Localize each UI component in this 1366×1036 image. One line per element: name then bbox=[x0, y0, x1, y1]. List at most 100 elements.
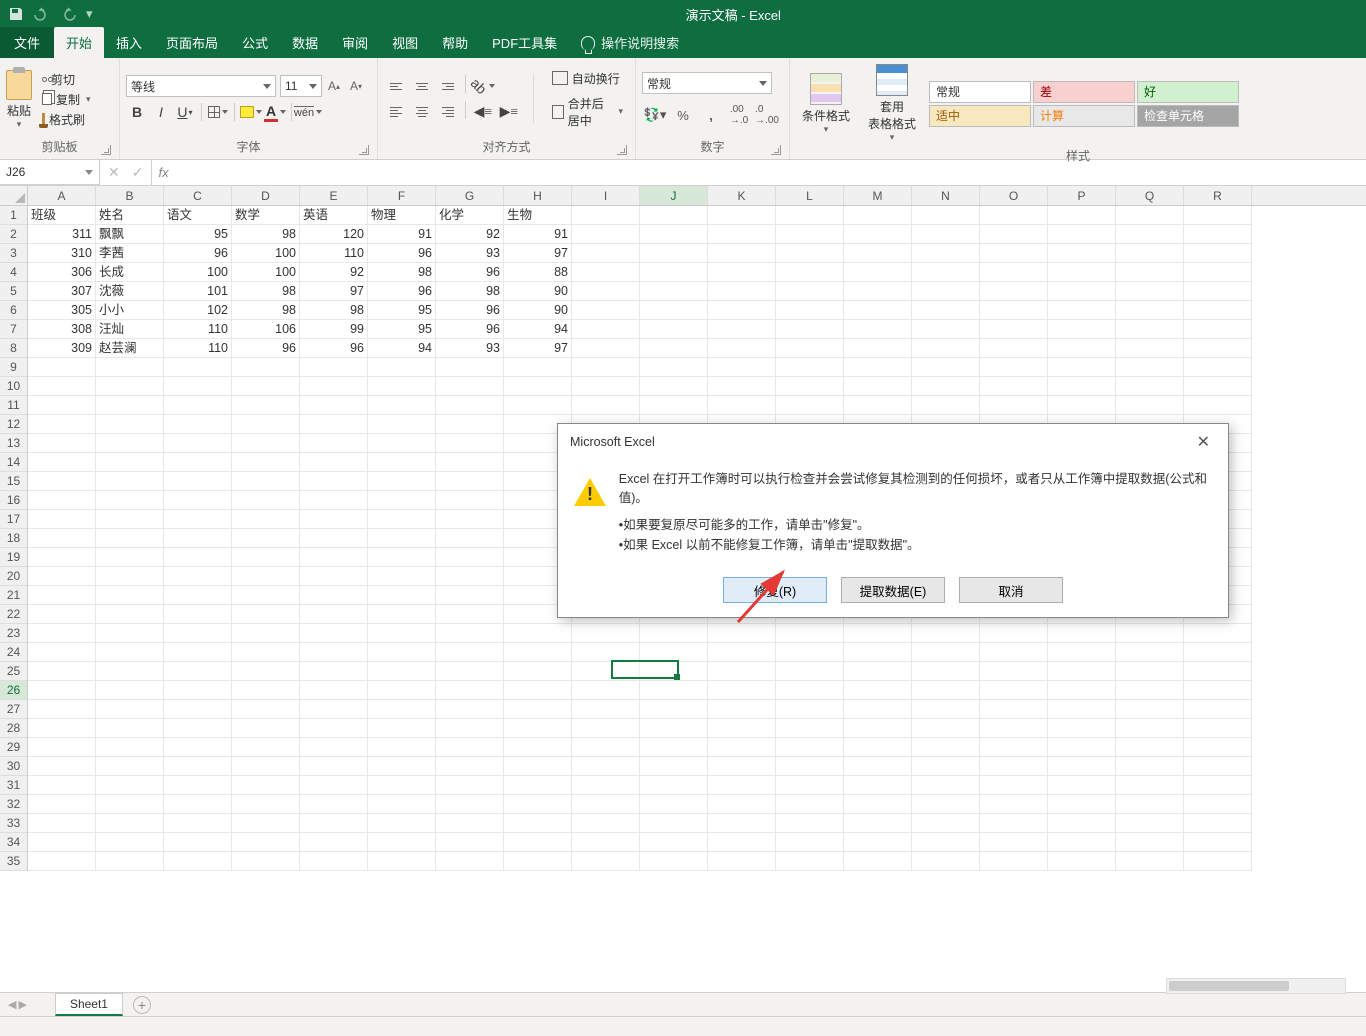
cell[interactable] bbox=[912, 263, 980, 282]
cell[interactable]: 92 bbox=[436, 225, 504, 244]
row-header-28[interactable]: 28 bbox=[0, 719, 27, 738]
cell[interactable] bbox=[776, 757, 844, 776]
cell[interactable] bbox=[1048, 206, 1116, 225]
cell[interactable]: 94 bbox=[504, 320, 572, 339]
cell[interactable] bbox=[164, 833, 232, 852]
cell[interactable] bbox=[912, 776, 980, 795]
cell[interactable]: 110 bbox=[164, 320, 232, 339]
row-header-8[interactable]: 8 bbox=[0, 339, 27, 358]
horizontal-scrollbar[interactable] bbox=[1166, 978, 1346, 994]
cell[interactable] bbox=[300, 738, 368, 757]
cell[interactable] bbox=[1116, 700, 1184, 719]
cell[interactable] bbox=[980, 320, 1048, 339]
cell[interactable] bbox=[164, 700, 232, 719]
row-header-27[interactable]: 27 bbox=[0, 700, 27, 719]
cell[interactable] bbox=[300, 453, 368, 472]
cell[interactable] bbox=[776, 244, 844, 263]
cell[interactable] bbox=[436, 605, 504, 624]
cell[interactable] bbox=[1048, 719, 1116, 738]
cell[interactable] bbox=[300, 529, 368, 548]
cell[interactable] bbox=[1116, 852, 1184, 871]
cell[interactable] bbox=[572, 757, 640, 776]
cell[interactable] bbox=[28, 852, 96, 871]
cell[interactable] bbox=[572, 244, 640, 263]
cell[interactable] bbox=[572, 320, 640, 339]
cell[interactable] bbox=[912, 624, 980, 643]
row-header-25[interactable]: 25 bbox=[0, 662, 27, 681]
cell[interactable]: 姓名 bbox=[96, 206, 164, 225]
cell[interactable] bbox=[164, 643, 232, 662]
name-box[interactable]: J26 bbox=[0, 160, 100, 185]
dialog-close-button[interactable]: ✕ bbox=[1191, 432, 1216, 452]
cell[interactable] bbox=[28, 434, 96, 453]
col-header-A[interactable]: A bbox=[28, 186, 96, 205]
cell[interactable] bbox=[1116, 301, 1184, 320]
cell[interactable]: 96 bbox=[232, 339, 300, 358]
cell[interactable]: 语文 bbox=[164, 206, 232, 225]
cell[interactable] bbox=[1184, 225, 1252, 244]
cell[interactable] bbox=[708, 700, 776, 719]
cell[interactable] bbox=[1116, 757, 1184, 776]
cell[interactable] bbox=[1048, 757, 1116, 776]
cell[interactable] bbox=[1116, 206, 1184, 225]
cell[interactable] bbox=[912, 225, 980, 244]
cell[interactable] bbox=[844, 225, 912, 244]
cell[interactable] bbox=[912, 244, 980, 263]
cell[interactable] bbox=[164, 776, 232, 795]
cell[interactable] bbox=[368, 358, 436, 377]
cell[interactable] bbox=[776, 624, 844, 643]
cell[interactable] bbox=[1116, 396, 1184, 415]
cell[interactable] bbox=[912, 700, 980, 719]
cell[interactable] bbox=[1048, 396, 1116, 415]
cell[interactable] bbox=[1048, 282, 1116, 301]
cell[interactable]: 班级 bbox=[28, 206, 96, 225]
cell[interactable]: 91 bbox=[504, 225, 572, 244]
cell[interactable] bbox=[368, 453, 436, 472]
row-header-23[interactable]: 23 bbox=[0, 624, 27, 643]
cell[interactable] bbox=[844, 719, 912, 738]
cell[interactable] bbox=[164, 719, 232, 738]
launcher-icon[interactable] bbox=[617, 145, 627, 155]
cell[interactable] bbox=[844, 852, 912, 871]
cell[interactable] bbox=[980, 738, 1048, 757]
cell[interactable] bbox=[776, 814, 844, 833]
cell[interactable] bbox=[1116, 339, 1184, 358]
cell[interactable] bbox=[232, 795, 300, 814]
merge-center-button[interactable]: 合并后居中▾ bbox=[546, 93, 629, 131]
cell[interactable] bbox=[572, 225, 640, 244]
cell[interactable] bbox=[708, 814, 776, 833]
paste-button[interactable]: 粘贴 ▾ bbox=[6, 68, 32, 130]
cell[interactable] bbox=[96, 396, 164, 415]
cell[interactable] bbox=[164, 491, 232, 510]
cell[interactable] bbox=[164, 738, 232, 757]
cell[interactable] bbox=[368, 415, 436, 434]
cell[interactable] bbox=[232, 510, 300, 529]
cell[interactable] bbox=[1048, 700, 1116, 719]
cell[interactable]: 106 bbox=[232, 320, 300, 339]
cell[interactable] bbox=[1184, 206, 1252, 225]
cell[interactable] bbox=[232, 681, 300, 700]
launcher-icon[interactable] bbox=[359, 145, 369, 155]
cell[interactable] bbox=[1048, 814, 1116, 833]
increase-decimal-button[interactable]: .00→.0 bbox=[726, 104, 752, 126]
cell[interactable] bbox=[436, 795, 504, 814]
cell[interactable] bbox=[300, 719, 368, 738]
row-header-19[interactable]: 19 bbox=[0, 548, 27, 567]
row-header-16[interactable]: 16 bbox=[0, 491, 27, 510]
repair-button[interactable]: 修复(R) bbox=[723, 577, 827, 603]
cell[interactable] bbox=[504, 738, 572, 757]
cell[interactable] bbox=[436, 681, 504, 700]
cell[interactable] bbox=[844, 700, 912, 719]
row-header-6[interactable]: 6 bbox=[0, 301, 27, 320]
cell[interactable] bbox=[640, 225, 708, 244]
cell[interactable] bbox=[980, 206, 1048, 225]
cell[interactable] bbox=[504, 719, 572, 738]
row-header-7[interactable]: 7 bbox=[0, 320, 27, 339]
cell[interactable] bbox=[232, 548, 300, 567]
cell[interactable]: 110 bbox=[300, 244, 368, 263]
col-header-B[interactable]: B bbox=[96, 186, 164, 205]
cell[interactable] bbox=[368, 377, 436, 396]
cell[interactable] bbox=[28, 491, 96, 510]
row-header-29[interactable]: 29 bbox=[0, 738, 27, 757]
cell[interactable] bbox=[1048, 244, 1116, 263]
